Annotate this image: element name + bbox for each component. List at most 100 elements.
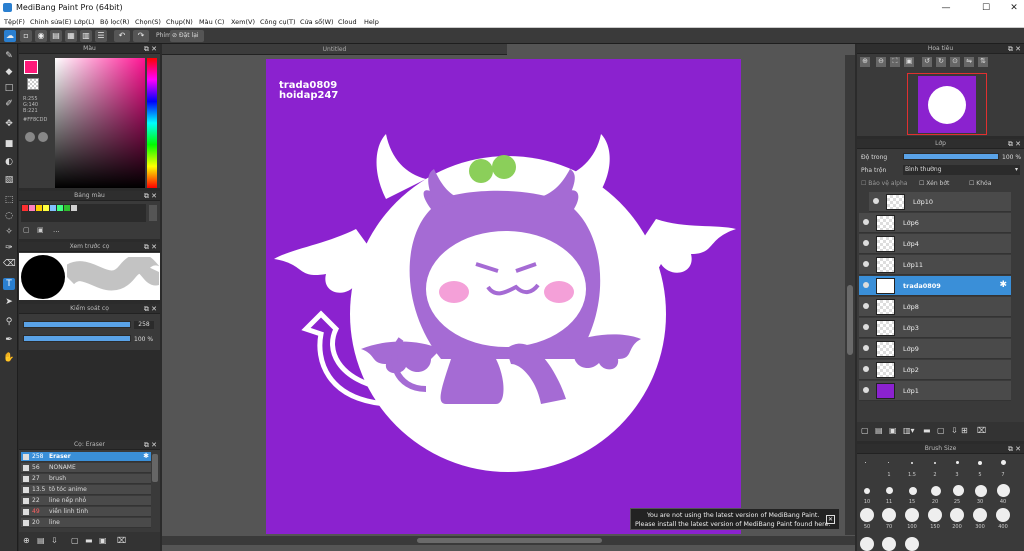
clipping-checkbox[interactable]: ☐ Xén bớt — [919, 180, 949, 187]
eye-icon[interactable] — [863, 261, 869, 267]
palette-more-button[interactable]: ... — [53, 226, 60, 234]
eye-icon[interactable] — [873, 198, 879, 204]
brush-export-icon[interactable]: ▣ — [99, 536, 107, 545]
brush-size-dot[interactable] — [996, 508, 1010, 522]
palette-swatch[interactable] — [71, 205, 77, 211]
save-icon[interactable]: ▤ — [50, 30, 62, 42]
layer-settings-icon[interactable]: ⊞ — [961, 426, 968, 435]
brush-list-scrollbar[interactable] — [152, 454, 158, 482]
bucket-tool-icon[interactable]: ◐ — [3, 156, 15, 168]
layer-row-lop4[interactable]: Lớp4 — [859, 234, 1011, 254]
notice-line2[interactable]: Please install the latest version of Med… — [635, 521, 831, 528]
brush-size-dot[interactable] — [860, 537, 874, 551]
saturation-value-field[interactable] — [55, 58, 145, 188]
update-notice[interactable]: You are not using the latest version of … — [630, 508, 840, 530]
brush-size-dot[interactable] — [928, 508, 942, 522]
layer-row-lop10[interactable]: Lớp10 — [869, 192, 1011, 212]
brush-item-eraser[interactable]: 258 Eraser ✱ — [21, 452, 151, 462]
panel-close-icon[interactable]: ⧉ ✕ — [144, 242, 157, 252]
list-icon[interactable]: ☰ — [95, 30, 107, 42]
new-halftone-layer-icon[interactable]: ▤ — [875, 426, 883, 435]
menu-cloud[interactable]: Cloud — [338, 18, 357, 26]
brush-size-value[interactable]: 258 — [134, 321, 154, 329]
new-file-icon[interactable]: ▫ — [20, 30, 32, 42]
brush-item[interactable]: 13.5 tô tóc anime — [21, 485, 151, 495]
lock-checkbox[interactable]: ☐ Khóa — [969, 180, 991, 187]
menu-select[interactable]: Chọn(S) — [135, 18, 161, 26]
operation-tool-icon[interactable]: ➤ — [3, 296, 15, 308]
reset-button[interactable]: ⊘ Đặt lại — [170, 30, 204, 42]
brush-item[interactable]: 20 line — [21, 518, 151, 528]
flip-vertical-icon[interactable]: ⇅ — [978, 57, 988, 67]
panel-close-icon[interactable]: ⧉ ✕ — [1008, 444, 1021, 454]
panel-close-icon[interactable]: ⧉ ✕ — [144, 44, 157, 54]
gradient-tool-icon[interactable]: ▧ — [3, 174, 15, 186]
select-pen-tool-icon[interactable]: ✑ — [3, 242, 15, 254]
layer-row-lop1[interactable]: Lớp1 — [859, 381, 1011, 401]
magic-wand-tool-icon[interactable]: ✧ — [3, 226, 15, 238]
eye-icon[interactable] — [863, 282, 869, 288]
eye-icon[interactable] — [863, 303, 869, 309]
layer-row-lop11[interactable]: Lớp11 — [859, 255, 1011, 275]
brush-size-dot[interactable] — [905, 508, 919, 522]
vertical-scroll-thumb[interactable] — [847, 285, 853, 355]
menu-snap[interactable]: Chụp(N) — [166, 18, 193, 26]
brush-size-dot[interactable] — [882, 508, 896, 522]
brush-size-dot[interactable] — [931, 486, 941, 496]
eye-icon[interactable] — [863, 219, 869, 225]
background-color-swatch[interactable] — [27, 78, 39, 90]
brush-item[interactable]: 27 brush — [21, 474, 151, 484]
layer-row-lop6[interactable]: Lớp6 — [859, 213, 1011, 233]
brush-copy-icon[interactable]: ▤ — [37, 536, 45, 545]
blend-mode-select[interactable]: Bình thường ▾ — [903, 165, 1020, 175]
brush-size-dot[interactable] — [886, 487, 893, 494]
color-picker-icon[interactable] — [38, 132, 48, 142]
palette-delete-icon[interactable]: ▣ — [37, 226, 44, 234]
fit-icon[interactable]: ⛶ — [890, 57, 900, 67]
palette-swatch[interactable] — [64, 205, 70, 211]
redo-icon[interactable]: ↷ — [133, 30, 149, 42]
eye-icon[interactable] — [863, 366, 869, 372]
undo-icon[interactable]: ↶ — [114, 30, 130, 42]
menu-layer[interactable]: Lớp(L) — [74, 18, 94, 26]
brush-size-dot[interactable] — [997, 484, 1010, 497]
navigator-viewport[interactable] — [907, 73, 987, 135]
gear-icon[interactable]: ✱ — [143, 452, 149, 460]
rotate-left-icon[interactable]: ↺ — [922, 57, 932, 67]
minimize-icon[interactable]: — — [932, 1, 960, 15]
lasso-tool-icon[interactable]: ◌ — [3, 210, 15, 222]
canvas-tab[interactable]: Untitled — [162, 44, 507, 55]
new-8bit-layer-icon[interactable]: ▣ — [889, 426, 897, 435]
palette-swatch[interactable] — [50, 205, 56, 211]
grid-icon[interactable]: ▦ — [65, 30, 77, 42]
layer-add-menu-icon[interactable]: ▥▾ — [903, 426, 915, 435]
dropper-tool-icon[interactable]: ✒ — [3, 334, 15, 346]
fill-rect-tool-icon[interactable]: ■ — [3, 138, 15, 150]
horizontal-scroll-thumb[interactable] — [417, 538, 602, 543]
layer-row-lop3[interactable]: Lớp3 — [859, 318, 1011, 338]
menu-view[interactable]: Xem(V) — [231, 18, 255, 26]
cloud-icon[interactable]: ☁ — [4, 30, 16, 42]
panel-close-icon[interactable]: ⧉ ✕ — [144, 191, 157, 201]
brush-size-dot[interactable] — [864, 488, 870, 494]
eye-icon[interactable] — [863, 345, 869, 351]
layer-trash-icon[interactable]: ⌧ — [977, 426, 986, 435]
palette-swatch[interactable] — [22, 205, 28, 211]
layer-row-lop9[interactable]: Lớp9 — [859, 339, 1011, 359]
brush-size-dot[interactable] — [860, 508, 874, 522]
flip-icon[interactable]: ⇋ — [964, 57, 974, 67]
canvas-vertical-scrollbar[interactable] — [845, 55, 855, 535]
menu-color[interactable]: Màu (C) — [199, 18, 224, 26]
brush-size-dot[interactable] — [905, 537, 919, 551]
new-layer-icon[interactable]: ▢ — [861, 426, 869, 435]
hand-tool-icon[interactable]: ✋ — [3, 352, 15, 364]
palette-add-icon[interactable]: ▢ — [23, 226, 30, 234]
brush-size-dot[interactable] — [888, 462, 889, 463]
text-tool-icon[interactable]: T — [3, 278, 15, 290]
brush-size-dot[interactable] — [973, 508, 987, 522]
artwork-canvas[interactable]: trada0809 hoidap247 — [266, 59, 741, 534]
palette-swatch[interactable] — [29, 205, 35, 211]
brush-duplicate-icon[interactable]: ▢ — [71, 536, 79, 545]
palette-swatch[interactable] — [43, 205, 49, 211]
brush-item[interactable]: 22 line nếp nhỏ — [21, 496, 151, 506]
